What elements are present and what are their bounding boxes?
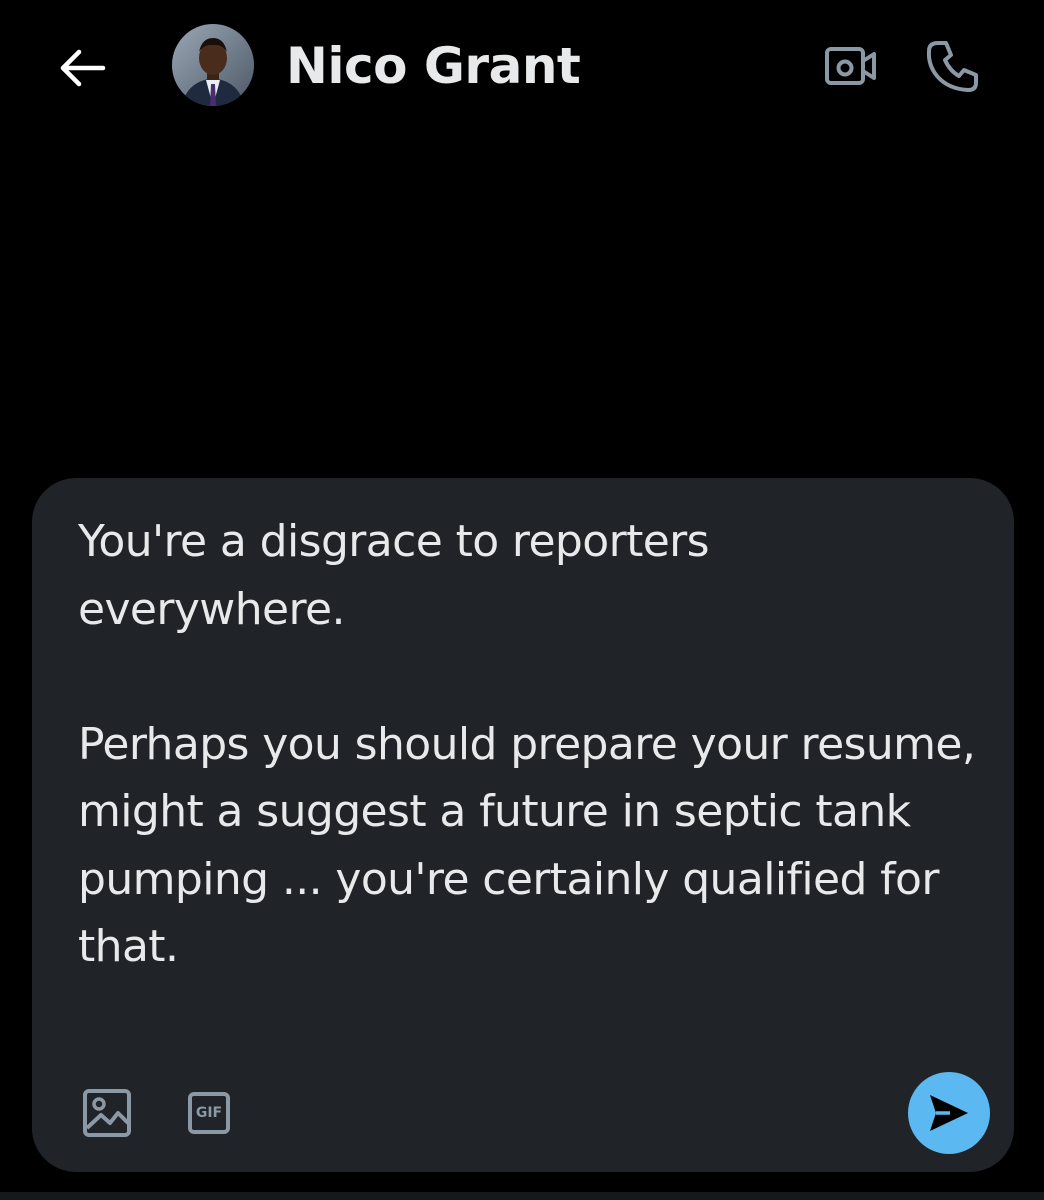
back-button[interactable] — [52, 40, 112, 96]
add-media-button[interactable] — [80, 1086, 134, 1140]
phone-icon — [926, 41, 978, 92]
send-icon — [930, 1095, 968, 1131]
message-input[interactable]: You're a disgrace to reporters everywher… — [78, 508, 978, 981]
message-composer[interactable]: You're a disgrace to reporters everywher… — [32, 478, 1014, 1172]
phone-call-button[interactable] — [920, 34, 984, 98]
video-call-icon — [825, 47, 876, 85]
conversation-header: Nico Grant — [0, 0, 1044, 130]
arrow-left-icon — [60, 49, 106, 87]
contact-name[interactable]: Nico Grant — [286, 34, 581, 98]
avatar-photo — [172, 24, 254, 106]
add-gif-button[interactable]: GIF — [182, 1086, 236, 1140]
send-button[interactable] — [908, 1072, 990, 1154]
video-call-button[interactable] — [820, 38, 882, 94]
avatar[interactable] — [172, 24, 254, 106]
gif-icon: GIF — [188, 1092, 230, 1134]
bottom-divider — [0, 1192, 1044, 1200]
image-icon — [83, 1089, 131, 1137]
gif-label: GIF — [195, 1105, 223, 1121]
